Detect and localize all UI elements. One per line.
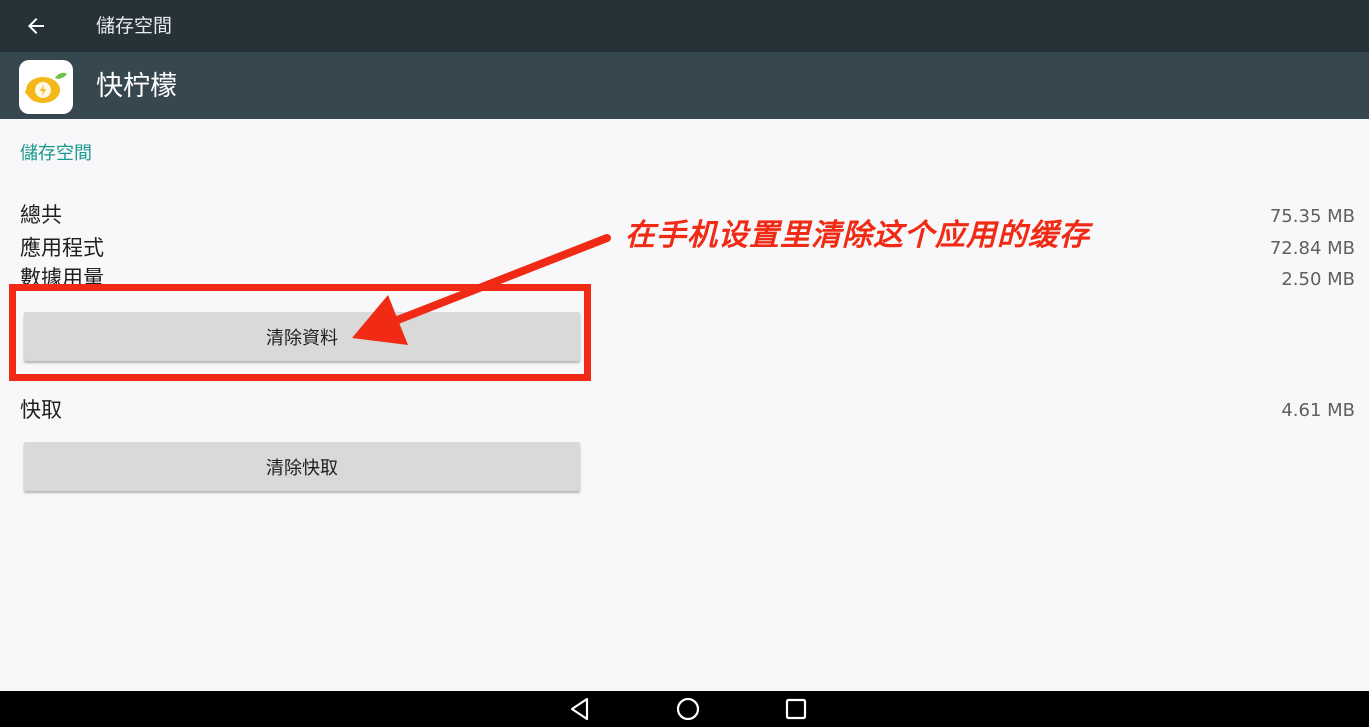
navigation-bar bbox=[0, 691, 1369, 727]
app-header: 快柠檬 bbox=[0, 52, 1369, 119]
nav-home-button[interactable] bbox=[658, 691, 718, 727]
lemon-app-icon bbox=[19, 60, 73, 114]
page-title: 儲存空間 bbox=[96, 15, 173, 37]
nav-back-button[interactable] bbox=[550, 691, 610, 727]
nav-home-icon bbox=[676, 697, 700, 721]
cache-label: 快取 bbox=[20, 398, 62, 422]
data-usage-value: 2.50 MB bbox=[1281, 269, 1355, 290]
app-size-label: 應用程式 bbox=[20, 236, 104, 260]
app-name: 快柠檬 bbox=[96, 71, 177, 102]
annotation-text: 在手机设置里清除这个应用的缓存 bbox=[625, 218, 1090, 253]
top-toolbar: 儲存空間 bbox=[0, 0, 1369, 52]
cache-value: 4.61 MB bbox=[1281, 400, 1355, 421]
total-value: 75.35 MB bbox=[1269, 206, 1355, 227]
back-button[interactable] bbox=[16, 6, 56, 46]
arrow-back-icon bbox=[28, 18, 44, 34]
storage-section-title: 儲存空間 bbox=[20, 143, 92, 164]
nav-recents-button[interactable] bbox=[766, 691, 826, 727]
clear-cache-button[interactable]: 清除快取 bbox=[24, 442, 580, 491]
clear-data-button[interactable]: 清除資料 bbox=[24, 312, 580, 361]
nav-recents-icon bbox=[785, 698, 807, 720]
app-size-value: 72.84 MB bbox=[1269, 238, 1355, 259]
data-usage-label: 數據用量 bbox=[20, 266, 104, 290]
nav-back-icon bbox=[570, 697, 589, 721]
total-label: 總共 bbox=[20, 203, 62, 227]
